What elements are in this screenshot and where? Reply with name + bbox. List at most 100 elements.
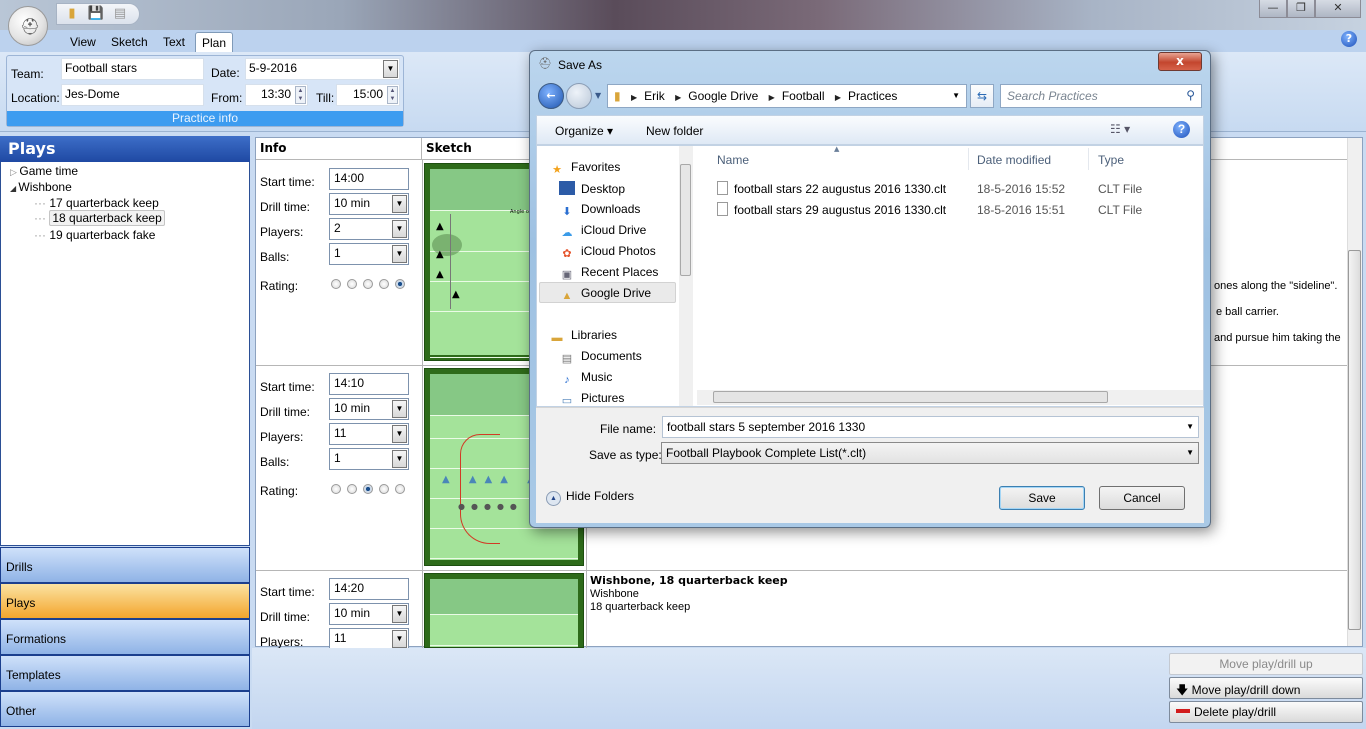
file-row[interactable]: football stars 22 augustus 2016 1330.clt	[717, 181, 946, 196]
start-time-input[interactable]: 14:20	[329, 578, 409, 600]
save-button[interactable]: Save	[999, 486, 1085, 510]
players-select[interactable]: 2 ▼	[329, 218, 409, 240]
balls-select[interactable]: 1 ▼	[329, 243, 409, 265]
organize-button[interactable]: Organize ▾	[555, 124, 613, 138]
rating-radio-2[interactable]	[347, 484, 357, 494]
nav-plays[interactable]: Plays	[0, 583, 250, 619]
open-icon[interactable]: ▮	[63, 5, 81, 23]
scrollbar-thumb[interactable]	[1348, 250, 1361, 630]
chevron-down-icon[interactable]: ▼	[392, 195, 407, 213]
column-type[interactable]: Type	[1098, 153, 1124, 167]
cancel-button[interactable]: Cancel	[1099, 486, 1185, 510]
nav-formations[interactable]: Formations	[0, 619, 250, 655]
nav-documents[interactable]: ▤ Documents	[559, 349, 642, 366]
rating-radio-1[interactable]	[331, 279, 341, 289]
team-input[interactable]: Football stars	[61, 58, 204, 80]
rating-radio-2[interactable]	[347, 279, 357, 289]
address-bar[interactable]: ▮ ▶ Erik ▶ Google Drive ▶ Football ▶ Practic…	[607, 84, 967, 108]
rating-radio-5[interactable]	[395, 484, 405, 494]
from-time-input[interactable]: 13:30 ▲ ▼	[245, 84, 308, 106]
nav-desktop[interactable]: Desktop	[559, 181, 625, 196]
hide-folders-button[interactable]: ▲ Hide Folders	[546, 489, 634, 506]
rating-radio-5[interactable]	[395, 279, 405, 289]
expand-icon[interactable]: ▷	[10, 167, 19, 177]
nav-music[interactable]: ♪ Music	[559, 370, 612, 387]
rating-radio-1[interactable]	[331, 484, 341, 494]
tab-plan[interactable]: Plan	[195, 32, 234, 52]
nav-icloud-drive[interactable]: ☁ iCloud Drive	[559, 223, 647, 240]
nav-icloud-photos[interactable]: ✿ iCloud Photos	[559, 244, 655, 261]
nav-other[interactable]: Other	[0, 691, 250, 727]
view-options-icon[interactable]: ☷ ▾	[1110, 122, 1130, 136]
column-header-info[interactable]: Info	[256, 138, 422, 160]
chevron-down-icon[interactable]: ▼	[392, 400, 407, 418]
breadcrumb-item[interactable]: Google Drive	[688, 89, 758, 103]
save-type-select[interactable]: Football Playbook Complete List(*.clt) ▼	[661, 442, 1199, 464]
chevron-down-icon[interactable]: ▼	[383, 60, 398, 78]
file-row[interactable]: football stars 29 augustus 2016 1330.clt	[717, 202, 946, 217]
print-icon[interactable]: ▤	[111, 5, 129, 23]
column-name[interactable]: Name	[717, 153, 749, 167]
nav-templates[interactable]: Templates	[0, 655, 250, 691]
back-button[interactable]: ←	[538, 83, 564, 109]
chevron-down-icon[interactable]: ▼	[1186, 448, 1194, 457]
rating-radio-4[interactable]	[379, 279, 389, 289]
help-icon[interactable]: ?	[1173, 121, 1190, 138]
spinner-icon[interactable]: ▲ ▼	[295, 86, 306, 104]
move-down-button[interactable]: 🡇 Move play/drill down	[1169, 677, 1363, 699]
nav-drills[interactable]: Drills	[0, 547, 250, 583]
chevron-down-icon[interactable]: ▼	[952, 91, 960, 100]
breadcrumb-item[interactable]: Erik	[644, 89, 665, 103]
tree-item-selected[interactable]: ··· 18 quarterback keep	[34, 210, 165, 226]
nav-downloads[interactable]: ⬇ Downloads	[559, 202, 640, 219]
rating-radio-group[interactable]	[331, 279, 411, 292]
chevron-down-icon[interactable]: ▼	[392, 605, 407, 623]
breadcrumb-item[interactable]: Football	[782, 89, 825, 103]
new-folder-button[interactable]: New folder	[646, 124, 703, 138]
till-time-input[interactable]: 15:00 ▲ ▼	[336, 84, 400, 106]
drill-time-select[interactable]: 10 min ▼	[329, 603, 409, 625]
start-time-input[interactable]: 14:10	[329, 373, 409, 395]
breadcrumb-item[interactable]: Practices	[848, 89, 897, 103]
tab-view[interactable]: View	[64, 32, 102, 52]
rating-radio-group[interactable]	[331, 484, 411, 497]
location-input[interactable]: Jes-Dome	[61, 84, 204, 106]
tree-node-game-time[interactable]: ▷ Game time	[10, 164, 78, 178]
save-icon[interactable]: 💾	[87, 5, 105, 23]
drill-time-select[interactable]: 10 min ▼	[329, 193, 409, 215]
nav-scrollbar[interactable]	[679, 146, 693, 406]
delete-button[interactable]: Delete play/drill	[1169, 701, 1363, 723]
nav-pictures[interactable]: ▭ Pictures	[559, 391, 625, 408]
rating-radio-4[interactable]	[379, 484, 389, 494]
chevron-down-icon[interactable]: ▼	[392, 450, 407, 468]
drill-time-select[interactable]: 10 min ▼	[329, 398, 409, 420]
chevron-down-icon[interactable]: ▼	[392, 425, 407, 443]
minimize-button[interactable]: —	[1259, 0, 1287, 18]
search-input[interactable]: Search Practices ⚲	[1000, 84, 1202, 108]
app-menu-button[interactable]: ⛑	[8, 6, 48, 46]
file-hscrollbar[interactable]	[697, 390, 1203, 405]
chevron-down-icon[interactable]: ▼	[392, 630, 407, 648]
nav-favorites[interactable]: ★ Favorites	[549, 160, 620, 177]
tree-node-wishbone[interactable]: ◢ Wishbone	[10, 180, 72, 194]
chevron-down-icon[interactable]: ▼	[1186, 422, 1194, 431]
players-select[interactable]: 11 ▼	[329, 423, 409, 445]
tree-item[interactable]: ··· 19 quarterback fake	[34, 228, 155, 242]
play-sketch[interactable]	[424, 573, 584, 648]
rating-radio-3[interactable]	[363, 279, 373, 289]
restore-button[interactable]: ❐	[1287, 0, 1315, 18]
file-name-input[interactable]: football stars 5 september 2016 1330 ▼	[662, 416, 1199, 438]
refresh-button[interactable]: ⇆	[970, 84, 994, 108]
move-up-button[interactable]: Move play/drill up	[1169, 653, 1363, 675]
dialog-close-button[interactable]: x	[1158, 52, 1202, 71]
tab-sketch[interactable]: Sketch	[105, 32, 154, 52]
nav-libraries[interactable]: ▬ Libraries	[549, 328, 618, 345]
recent-dropdown-icon[interactable]: ▼	[595, 91, 601, 100]
tab-text[interactable]: Text	[157, 32, 191, 52]
tree-item[interactable]: ··· 17 quarterback keep	[34, 196, 159, 210]
nav-recent-places[interactable]: ▣ Recent Places	[559, 265, 659, 282]
start-time-input[interactable]: 14:00	[329, 168, 409, 190]
spinner-icon[interactable]: ▲ ▼	[387, 86, 398, 104]
help-icon[interactable]: ?	[1341, 31, 1357, 47]
nav-google-drive[interactable]: ▲ Google Drive	[559, 286, 651, 303]
